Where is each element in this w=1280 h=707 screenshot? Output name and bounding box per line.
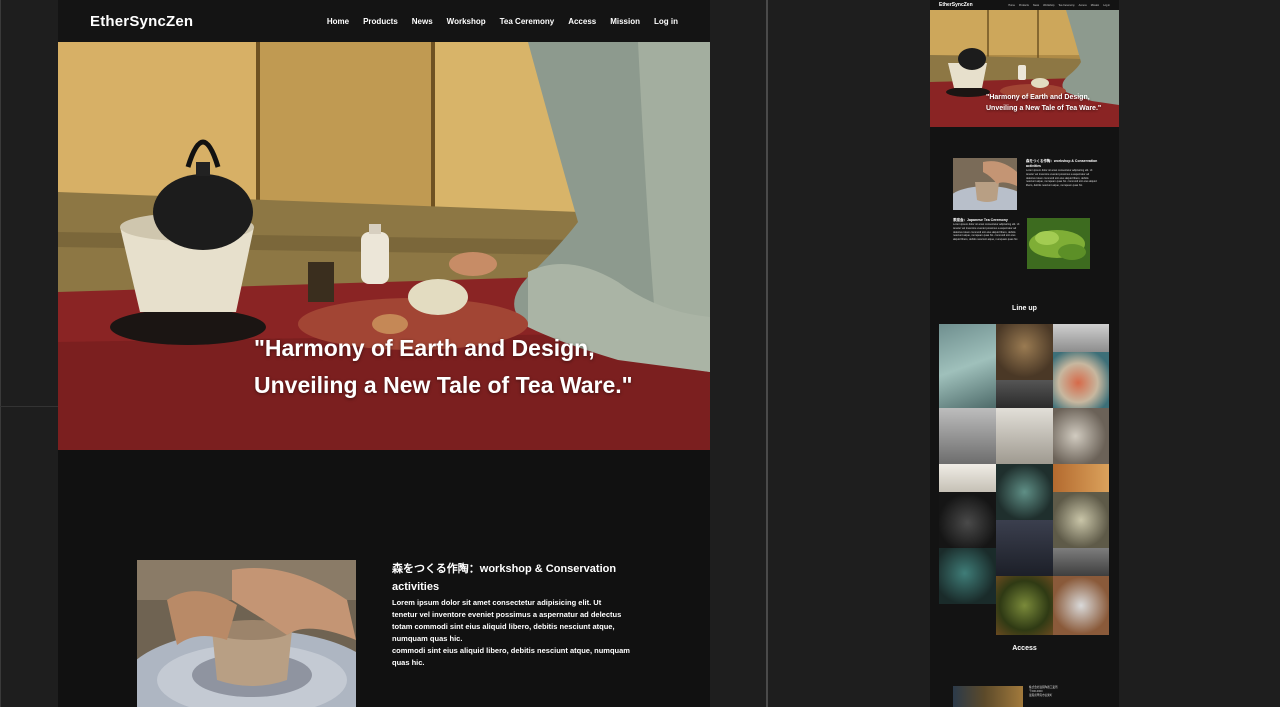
mobile-nav-products[interactable]: Products [1019, 4, 1029, 7]
site-logo[interactable]: EtherSyncZen [90, 13, 193, 30]
pottery-wheel-image [137, 560, 356, 707]
hero-quote-line-1: "Harmony of Earth and Design, [254, 335, 595, 361]
nav-tea-ceremony[interactable]: Tea Ceremony [500, 17, 555, 26]
product-tile[interactable] [1053, 324, 1109, 352]
main-nav: Home Products News Workshop Tea Ceremony… [327, 17, 678, 26]
feature-body-line: totam commodi sint eius aliquid libero, … [392, 622, 615, 631]
mobile-logo[interactable]: EtherSyncZen [939, 2, 973, 8]
product-tile[interactable] [996, 380, 1053, 408]
feature-body-line: numquam quas hic. [392, 634, 463, 643]
feature-text: 森をつくる作陶：workshop & Conservation activiti… [392, 560, 637, 669]
mobile-nav-login[interactable]: Log in [1103, 4, 1110, 7]
feature-body-line: tenetur vel inventore eveniet possimus a… [392, 610, 622, 619]
feature-body: Lorem ipsum dolor sit amet consectetur a… [392, 597, 637, 669]
frame-divider [766, 0, 768, 707]
access-heading: Access [1012, 645, 1037, 652]
mobile-nav-access[interactable]: Access [1079, 4, 1087, 7]
mobile-forest-image [1027, 218, 1090, 269]
product-tile[interactable] [939, 548, 996, 604]
access-info: 株式会社滋賀陶器工業所 〒000-0000 滋賀県甲賀市信楽町 [1029, 686, 1099, 697]
mobile-feature-2-text: 茶席会：Japanese Tea Ceremony Lorem ipsum do… [953, 218, 1021, 242]
product-tile[interactable] [939, 408, 996, 464]
feature-title: 森をつくる作陶：workshop & Conservation activiti… [392, 563, 617, 593]
mobile-nav: Home Products News Workshop Tea Ceremony… [1008, 4, 1110, 7]
product-tile[interactable] [996, 576, 1053, 635]
product-tile[interactable] [996, 408, 1053, 464]
mobile-feature-1-title: 森をつくる作陶：workshop & Conservation activiti… [1026, 159, 1098, 168]
mobile-hero: "Harmony of Earth and Design, Unveiling … [930, 10, 1119, 127]
product-tile[interactable] [939, 492, 996, 548]
product-tile[interactable] [1053, 352, 1109, 408]
product-tile[interactable] [996, 324, 1053, 380]
lineup-heading: Line up [1012, 305, 1037, 312]
hero-quote-line-2: Unveiling a New Tale of Tea Ware." [254, 372, 633, 398]
product-tile[interactable] [996, 464, 1053, 520]
mobile-pottery-image [953, 158, 1017, 210]
mobile-nav-news[interactable]: News [1033, 4, 1039, 7]
mobile-nav-home[interactable]: Home [1008, 4, 1015, 7]
nav-workshop[interactable]: Workshop [447, 17, 486, 26]
feature-body-line: quas hic. [392, 658, 425, 667]
access-line: 滋賀県甲賀市信楽町 [1029, 693, 1053, 697]
product-tile[interactable] [996, 520, 1053, 576]
hero-section: "Harmony of Earth and Design, Unveiling … [58, 42, 710, 450]
mobile-feature-1-text: 森をつくる作陶：workshop & Conservation activiti… [1026, 159, 1098, 188]
hero-quote: "Harmony of Earth and Design, Unveiling … [254, 330, 633, 404]
mobile-feature-2-body: Lorem ipsum dolor sit amet consectetur a… [953, 223, 1020, 242]
nav-access[interactable]: Access [568, 17, 596, 26]
access-shop-image [953, 686, 1023, 707]
lineup-gallery [939, 324, 1109, 635]
mobile-nav-workshop[interactable]: Workshop [1043, 4, 1054, 7]
nav-news[interactable]: News [412, 17, 433, 26]
canvas-guide-line [0, 406, 58, 407]
product-tile[interactable] [939, 464, 996, 492]
nav-products[interactable]: Products [363, 17, 398, 26]
product-tile[interactable] [1053, 576, 1109, 635]
mobile-quote-line-2: Unveiling a New Tale of Tea Ware." [986, 104, 1102, 112]
product-tile[interactable] [1053, 548, 1109, 576]
desktop-frame: EtherSyncZen Home Products News Workshop… [58, 0, 710, 707]
nav-login[interactable]: Log in [654, 17, 678, 26]
product-tile[interactable] [939, 324, 996, 408]
feature-body-line: Lorem ipsum dolor sit amet consectetur a… [392, 598, 602, 607]
canvas-edge [0, 0, 1, 707]
nav-home[interactable]: Home [327, 17, 349, 26]
product-tile[interactable] [1053, 492, 1109, 548]
product-tile[interactable] [1053, 408, 1109, 464]
mobile-feature-1-body: Lorem ipsum dolor sit amet consectetur a… [1026, 169, 1097, 188]
site-header: EtherSyncZen Home Products News Workshop… [58, 0, 710, 42]
feature-body-line: commodi sint eius aliquid libero, debiti… [392, 646, 630, 655]
mobile-hero-quote: "Harmony of Earth and Design, Unveiling … [986, 93, 1101, 114]
mobile-frame: EtherSyncZen Home Products News Workshop… [930, 0, 1119, 707]
mobile-nav-tea-ceremony[interactable]: Tea Ceremony [1058, 4, 1074, 7]
product-tile[interactable] [1053, 464, 1109, 492]
mobile-nav-mission[interactable]: Mission [1091, 4, 1099, 7]
nav-mission[interactable]: Mission [610, 17, 640, 26]
mobile-header: EtherSyncZen Home Products News Workshop… [930, 0, 1119, 10]
mobile-quote-line-1: "Harmony of Earth and Design, [986, 94, 1090, 101]
